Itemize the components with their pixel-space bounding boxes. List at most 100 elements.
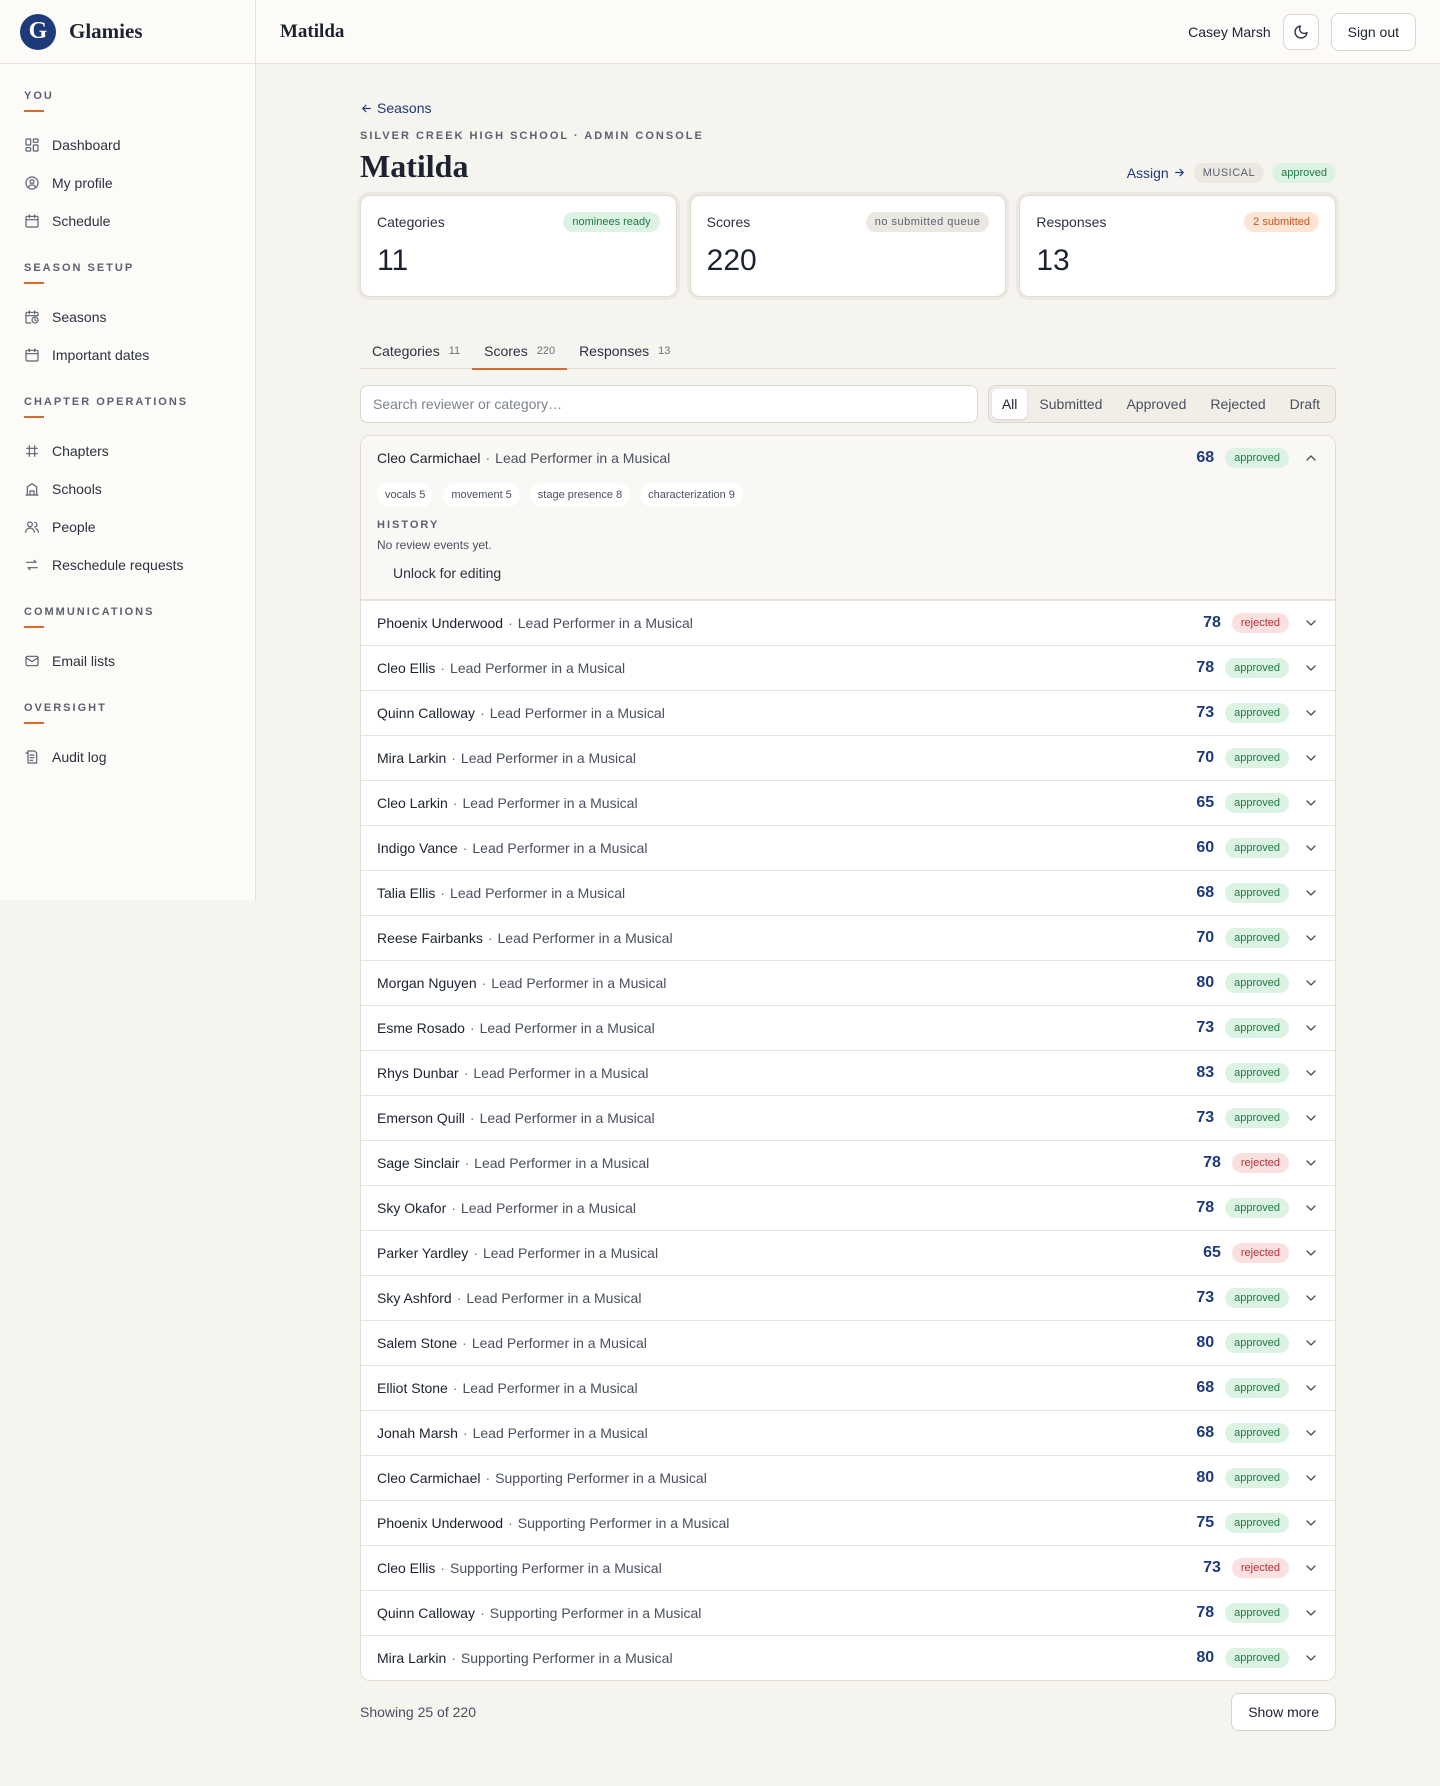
status-badge: approved bbox=[1225, 1197, 1289, 1218]
table-row[interactable]: Cleo Carmichael · Lead Performer in a Mu… bbox=[361, 435, 1335, 481]
chevron-down-icon[interactable] bbox=[1303, 1020, 1319, 1036]
sidebar-item-my-profile[interactable]: My profile bbox=[24, 164, 231, 202]
nav-section-label: You bbox=[24, 90, 54, 102]
chevron-down-icon[interactable] bbox=[1303, 660, 1319, 676]
table-row[interactable]: Rhys Dunbar · Lead Performer in a Musical 8… bbox=[361, 1049, 1335, 1095]
stat-badge: nominees ready bbox=[563, 211, 660, 232]
showing-count: Showing 25 of 220 bbox=[360, 1703, 476, 1720]
mail-icon bbox=[24, 653, 40, 669]
chevron-down-icon[interactable] bbox=[1303, 1335, 1319, 1351]
chevron-down-icon[interactable] bbox=[1303, 1560, 1319, 1576]
tab-categories[interactable]: Categories 11 bbox=[360, 333, 472, 369]
table-row[interactable]: Salem Stone · Lead Performer in a Musical 8… bbox=[361, 1319, 1335, 1365]
show-more-button[interactable]: Show more bbox=[1231, 1692, 1336, 1731]
chevron-down-icon[interactable] bbox=[1303, 1380, 1319, 1396]
table-row[interactable]: Jonah Marsh · Lead Performer in a Musical 6… bbox=[361, 1409, 1335, 1455]
filter-draft[interactable]: Draft bbox=[1278, 389, 1332, 419]
sidebar-item-people[interactable]: People bbox=[24, 508, 231, 546]
row-reviewer: Quinn Calloway bbox=[377, 1604, 476, 1621]
table-row[interactable]: Sage Sinclair · Lead Performer in a Musica… bbox=[361, 1139, 1335, 1185]
sidebar-item-important-dates[interactable]: Important dates bbox=[24, 336, 231, 374]
status-badge: approved bbox=[1225, 448, 1289, 468]
table-row[interactable]: Sky Okafor · Lead Performer in a Musical 78… bbox=[361, 1184, 1335, 1230]
table-row[interactable]: Quinn Calloway · Supporting Performer in a… bbox=[361, 1589, 1335, 1635]
assign-link[interactable]: Assign bbox=[1127, 165, 1186, 181]
chevron-down-icon[interactable] bbox=[1303, 615, 1319, 631]
swap-icon bbox=[24, 557, 40, 573]
sidebar-item-chapters[interactable]: Chapters bbox=[24, 432, 231, 470]
theme-toggle-button[interactable] bbox=[1282, 13, 1319, 50]
chevron-down-icon[interactable] bbox=[1303, 840, 1319, 856]
sidebar-item-email-lists[interactable]: Email lists bbox=[24, 642, 231, 680]
chevron-down-icon[interactable] bbox=[1303, 1155, 1319, 1171]
sidebar-item-dashboard[interactable]: Dashboard bbox=[24, 126, 231, 164]
sidebar-item-schedule[interactable]: Schedule bbox=[24, 202, 231, 240]
chevron-down-icon[interactable] bbox=[1303, 1290, 1319, 1306]
filter-rejected[interactable]: Rejected bbox=[1198, 389, 1277, 419]
expanded-score: Cleo Carmichael · Lead Performer in a Mu… bbox=[361, 435, 1335, 600]
chevron-down-icon[interactable] bbox=[1303, 1110, 1319, 1126]
back-to-seasons-link[interactable]: Seasons bbox=[360, 100, 431, 116]
table-row[interactable]: Phoenix Underwood · Lead Performer in a Mu… bbox=[361, 599, 1335, 645]
chevron-down-icon[interactable] bbox=[1303, 1425, 1319, 1441]
table-row[interactable]: Indigo Vance · Lead Performer in a Musical… bbox=[361, 824, 1335, 870]
filter-all[interactable]: All bbox=[991, 388, 1028, 419]
tab-responses[interactable]: Responses 13 bbox=[567, 333, 682, 369]
sidebar-item-seasons[interactable]: Seasons bbox=[24, 298, 231, 336]
chevron-down-icon[interactable] bbox=[1303, 1200, 1319, 1216]
chevron-down-icon[interactable] bbox=[1303, 1515, 1319, 1531]
sign-out-button[interactable]: Sign out bbox=[1330, 12, 1416, 51]
chevron-down-icon[interactable] bbox=[1303, 885, 1319, 901]
row-reviewer: Mira Larkin bbox=[377, 1649, 447, 1666]
chevron-down-icon[interactable] bbox=[1303, 930, 1319, 946]
chevron-down-icon[interactable] bbox=[1303, 1650, 1319, 1666]
table-row[interactable]: Talia Ellis · Lead Performer in a Musical 6… bbox=[361, 869, 1335, 915]
brand[interactable]: G Glamies bbox=[0, 0, 255, 64]
table-row[interactable]: Emerson Quill · Lead Performer in a Musica… bbox=[361, 1094, 1335, 1140]
search-input[interactable] bbox=[360, 384, 978, 423]
chevron-down-icon[interactable] bbox=[1303, 750, 1319, 766]
row-separator: · bbox=[487, 929, 493, 946]
table-row[interactable]: Mira Larkin · Supporting Performer in a Mu… bbox=[361, 1634, 1335, 1680]
chevron-down-icon[interactable] bbox=[1303, 705, 1319, 721]
table-row[interactable]: Elliot Stone · Lead Performer in a Musical… bbox=[361, 1364, 1335, 1410]
table-row[interactable]: Phoenix Underwood · Supporting Performer i… bbox=[361, 1499, 1335, 1545]
status-badge: approved bbox=[1225, 1332, 1289, 1353]
stat-header: Scores no submitted queue bbox=[707, 211, 990, 232]
tab-scores[interactable]: Scores 220 bbox=[472, 333, 568, 370]
calendar-icon bbox=[24, 213, 40, 229]
table-row[interactable]: Morgan Nguyen · Lead Performer in a Musica… bbox=[361, 959, 1335, 1005]
table-row[interactable]: Cleo Ellis · Lead Performer in a Musical 78… bbox=[361, 644, 1335, 690]
filter-approved[interactable]: Approved bbox=[1114, 389, 1198, 419]
table-row[interactable]: Cleo Carmichael · Supporting Performer in … bbox=[361, 1454, 1335, 1500]
table-row[interactable]: Sky Ashford · Lead Performer in a Musical 7… bbox=[361, 1274, 1335, 1320]
table-row[interactable]: Reese Fairbanks · Lead Performer in a Musi… bbox=[361, 914, 1335, 960]
tab-count: 13 bbox=[658, 344, 671, 357]
table-row[interactable]: Cleo Larkin · Lead Performer in a Musical 6… bbox=[361, 779, 1335, 825]
sidebar-item-schools[interactable]: Schools bbox=[24, 470, 231, 508]
sidebar-item-audit-log[interactable]: Audit log bbox=[24, 738, 231, 776]
chevron-down-icon[interactable] bbox=[1303, 1245, 1319, 1261]
table-row[interactable]: Esme Rosado · Lead Performer in a Musical 7… bbox=[361, 1004, 1335, 1050]
sidebar-item-label: People bbox=[52, 519, 96, 535]
status-badge: approved bbox=[1225, 1377, 1289, 1398]
table-row[interactable]: Parker Yardley · Lead Performer in a Music… bbox=[361, 1229, 1335, 1275]
filter-submitted[interactable]: Submitted bbox=[1027, 389, 1114, 419]
sidebar-item-reschedule-requests[interactable]: Reschedule requests bbox=[24, 546, 231, 584]
chevron-down-icon[interactable] bbox=[1303, 1605, 1319, 1621]
chevron-up-icon[interactable] bbox=[1303, 450, 1319, 466]
table-row[interactable]: Mira Larkin · Lead Performer in a Musical 7… bbox=[361, 734, 1335, 780]
chevron-down-icon[interactable] bbox=[1303, 975, 1319, 991]
table-row[interactable]: Cleo Ellis · Supporting Performer in a Mus… bbox=[361, 1544, 1335, 1590]
chevron-down-icon[interactable] bbox=[1303, 1470, 1319, 1486]
chevron-down-icon[interactable] bbox=[1303, 795, 1319, 811]
table-row[interactable]: Quinn Calloway · Lead Performer in a Music… bbox=[361, 689, 1335, 735]
unlock-for-editing-button[interactable]: Unlock for editing bbox=[393, 565, 501, 581]
row-reviewer: Cleo Larkin bbox=[377, 794, 448, 811]
nav-section-label: Communications bbox=[24, 606, 155, 618]
row-category: Lead Performer in a Musical bbox=[450, 884, 626, 901]
row-separator: · bbox=[451, 1199, 456, 1216]
assign-label: Assign bbox=[1126, 164, 1169, 181]
chevron-down-icon[interactable] bbox=[1303, 1065, 1319, 1081]
tab-label: Categories bbox=[372, 342, 440, 359]
